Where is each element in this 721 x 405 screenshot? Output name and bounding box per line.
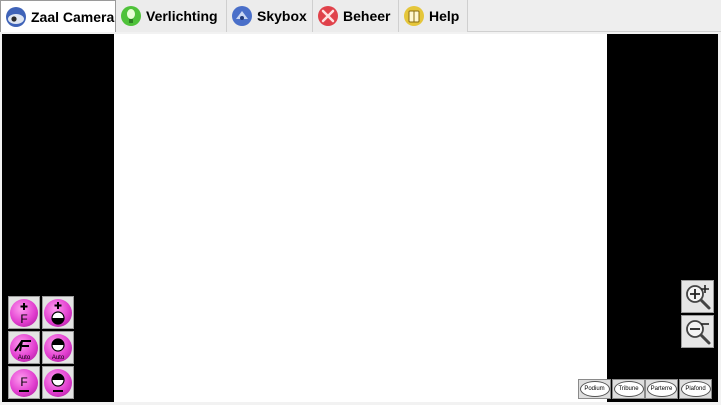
zoom-out-icon xyxy=(685,319,710,344)
auto-focus-icon: Auto xyxy=(10,333,38,362)
preset-parterre-button[interactable]: Parterre xyxy=(645,379,678,399)
tools-icon xyxy=(317,5,339,27)
preset-label: Plafond xyxy=(685,386,706,392)
tab-verlichting[interactable]: Verlichting xyxy=(116,0,227,32)
focus-plus-icon: F xyxy=(10,298,38,327)
preset-oval: Tribune xyxy=(613,381,644,397)
auto-iris-button[interactable]: Auto xyxy=(42,331,74,364)
tab-help[interactable]: Help xyxy=(399,0,468,32)
zoom-preset-panel xyxy=(607,34,718,402)
preset-podium-button[interactable]: Podium xyxy=(578,379,611,399)
tab-label: Help xyxy=(429,8,460,24)
auto-focus-button[interactable]: Auto xyxy=(8,331,40,364)
preset-label: Tribune xyxy=(618,386,639,392)
focus-minus-icon: F xyxy=(10,368,38,397)
tab-bar: Zaal Camera Verlichting Skybox Beheer He… xyxy=(0,0,721,32)
preset-tribune-button[interactable]: Tribune xyxy=(612,379,645,399)
tab-zaal-camera[interactable]: Zaal Camera xyxy=(0,0,116,32)
zoom-in-icon xyxy=(685,284,710,309)
iris-plus-icon xyxy=(44,298,72,327)
preset-oval: Parterre xyxy=(646,381,677,397)
zoom-out-button[interactable] xyxy=(681,315,714,348)
iris-minus-icon xyxy=(44,368,72,397)
tab-label: Zaal Camera xyxy=(31,8,115,25)
camera-video-view[interactable] xyxy=(114,34,607,402)
svg-text:Auto: Auto xyxy=(52,355,65,361)
zoom-in-button[interactable] xyxy=(681,280,714,313)
tab-beheer[interactable]: Beheer xyxy=(313,0,399,32)
tab-label: Skybox xyxy=(257,8,307,24)
focus-far-button[interactable]: F xyxy=(8,296,40,329)
camera-icon xyxy=(5,6,27,28)
tab-label: Beheer xyxy=(343,8,391,24)
auto-iris-icon: Auto xyxy=(44,333,72,362)
app-window: Zaal Camera Verlichting Skybox Beheer He… xyxy=(0,0,721,405)
skybox-icon xyxy=(231,5,253,27)
preset-plafond-button[interactable]: Plafond xyxy=(679,379,712,399)
focus-near-button[interactable]: F xyxy=(8,366,40,399)
preset-oval: Podium xyxy=(579,381,610,397)
svg-text:F: F xyxy=(20,312,27,326)
iris-close-button[interactable] xyxy=(42,366,74,399)
camera-control-panel: F Auto Auto F xyxy=(2,34,114,402)
svg-text:Auto: Auto xyxy=(18,355,31,361)
tab-label: Verlichting xyxy=(146,8,218,24)
lightbulb-icon xyxy=(120,5,142,27)
svg-text:F: F xyxy=(20,375,27,389)
preset-label: Podium xyxy=(584,386,605,392)
iris-open-button[interactable] xyxy=(42,296,74,329)
book-icon xyxy=(403,5,425,27)
preset-oval: Plafond xyxy=(680,381,711,397)
tab-skybox[interactable]: Skybox xyxy=(227,0,313,32)
preset-label: Parterre xyxy=(650,386,673,392)
